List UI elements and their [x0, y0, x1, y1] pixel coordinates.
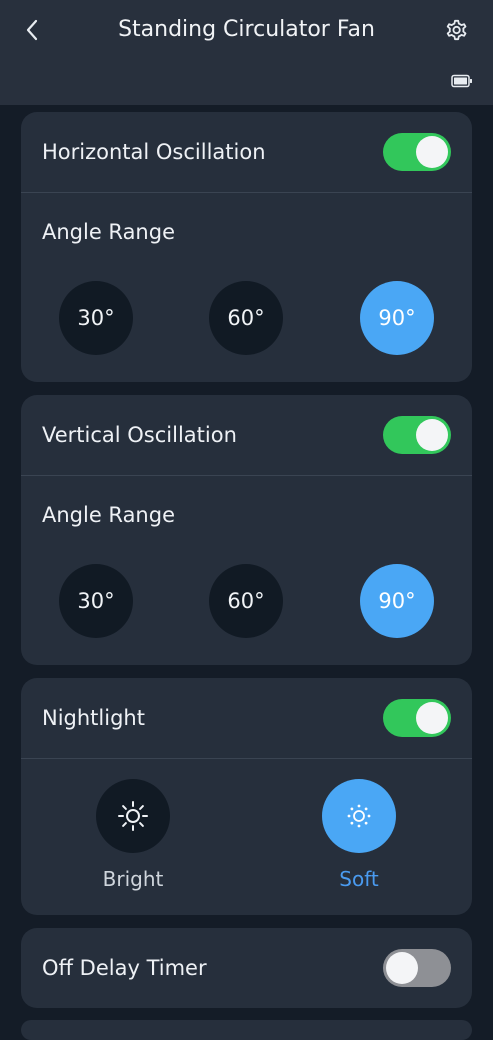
- vertical-angle-30-button[interactable]: 30°: [59, 564, 133, 638]
- horizontal-oscillation-card: Horizontal Oscillation Angle Range 30° 6…: [21, 112, 472, 382]
- bright-label: Bright: [102, 867, 164, 891]
- vertical-angle-90-button[interactable]: 90°: [360, 564, 434, 638]
- battery-icon: [451, 74, 472, 88]
- vertical-angle-options: 30° 60° 90°: [21, 554, 472, 664]
- horizontal-angle-90-button[interactable]: 90°: [360, 281, 434, 355]
- vertical-angle-range-label: Angle Range: [42, 503, 175, 527]
- toggle-knob: [416, 136, 448, 168]
- horizontal-oscillation-toggle[interactable]: [383, 133, 451, 171]
- nightlight-card: Nightlight Bright Soft: [21, 678, 472, 915]
- off-delay-timer-card: Off Delay Timer: [21, 928, 472, 1008]
- horizontal-angle-options: 30° 60° 90°: [21, 271, 472, 381]
- horizontal-angle-30-button[interactable]: 30°: [59, 281, 133, 355]
- vertical-oscillation-card: Vertical Oscillation Angle Range 30° 60°…: [21, 395, 472, 665]
- toggle-knob: [386, 952, 418, 984]
- settings-button[interactable]: [440, 14, 472, 46]
- horizontal-angle-60-button[interactable]: 60°: [209, 281, 283, 355]
- off-delay-timer-toggle[interactable]: [383, 949, 451, 987]
- next-card-peek: [21, 1020, 472, 1040]
- sun-bright-icon: [118, 801, 148, 831]
- nightlight-toggle[interactable]: [383, 699, 451, 737]
- vertical-oscillation-toggle[interactable]: [383, 416, 451, 454]
- toggle-knob: [416, 702, 448, 734]
- off-delay-timer-row: Off Delay Timer: [21, 928, 472, 1008]
- sun-soft-icon: [347, 804, 371, 828]
- bright-button[interactable]: [96, 779, 170, 853]
- horizontal-oscillation-label: Horizontal Oscillation: [42, 140, 266, 164]
- app-header: Standing Circulator Fan: [0, 0, 493, 105]
- nightlight-bright-option[interactable]: Bright: [93, 779, 173, 891]
- nightlight-row: Nightlight: [21, 678, 472, 758]
- gear-icon: [446, 19, 467, 41]
- horizontal-angle-range-label: Angle Range: [42, 220, 175, 244]
- nightlight-label: Nightlight: [42, 706, 145, 730]
- page-title: Standing Circulator Fan: [118, 17, 375, 42]
- off-delay-timer-label: Off Delay Timer: [42, 956, 207, 980]
- vertical-angle-60-button[interactable]: 60°: [209, 564, 283, 638]
- vertical-oscillation-label: Vertical Oscillation: [42, 423, 237, 447]
- nightlight-soft-option[interactable]: Soft: [319, 779, 399, 891]
- soft-label: Soft: [339, 867, 379, 891]
- vertical-oscillation-row: Vertical Oscillation: [21, 395, 472, 475]
- nightlight-options: Bright Soft: [21, 759, 472, 914]
- soft-button[interactable]: [322, 779, 396, 853]
- horizontal-oscillation-row: Horizontal Oscillation: [21, 112, 472, 192]
- toggle-knob: [416, 419, 448, 451]
